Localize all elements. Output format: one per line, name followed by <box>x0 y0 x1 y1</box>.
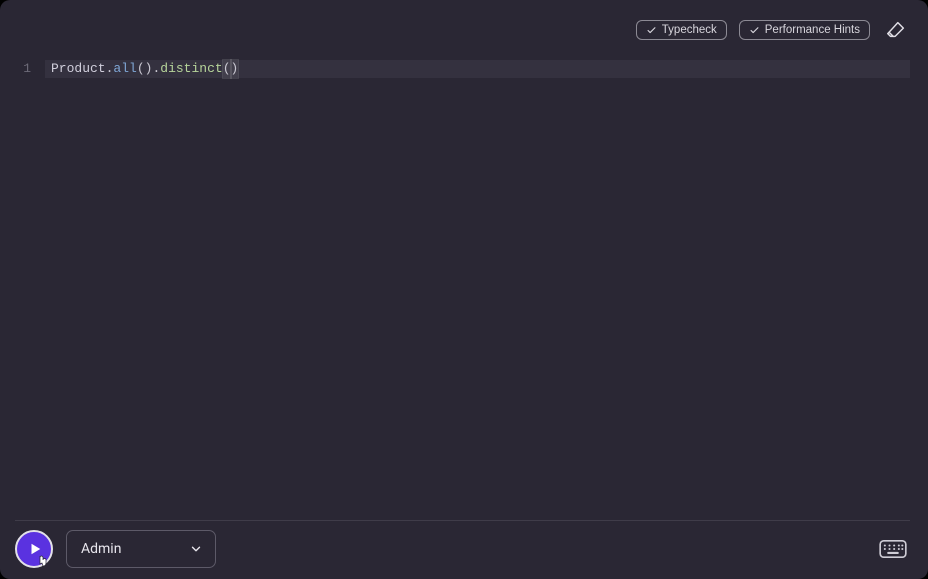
token-paren-close: ) <box>231 60 239 78</box>
token-dot: . <box>106 60 114 78</box>
code-line: 1 Product.all().distinct() <box>15 60 910 78</box>
typecheck-label: Typecheck <box>662 24 717 36</box>
cursor-pointer-icon <box>35 554 51 572</box>
token-method: distinct <box>160 60 222 78</box>
keyboard-shortcuts-button[interactable] <box>876 536 910 562</box>
eraser-icon <box>885 19 907 41</box>
chevron-down-icon <box>189 542 203 556</box>
role-select-value: Admin <box>81 541 121 557</box>
role-select[interactable]: Admin <box>66 530 216 568</box>
check-icon <box>646 25 657 36</box>
check-icon <box>749 25 760 36</box>
keyboard-icon <box>879 539 907 559</box>
performance-hints-label: Performance Hints <box>765 24 860 36</box>
clear-editor-button[interactable] <box>882 16 910 44</box>
token-paren-open: ( <box>137 60 145 78</box>
line-number: 1 <box>15 60 45 78</box>
bottom-bar: Admin <box>15 529 910 569</box>
token-class: Product <box>51 60 106 78</box>
code-editor[interactable]: 1 Product.all().distinct() <box>15 60 910 521</box>
code-text[interactable]: Product.all().distinct() <box>45 60 910 78</box>
performance-hints-button[interactable]: Performance Hints <box>739 20 870 40</box>
run-button[interactable] <box>15 530 53 568</box>
token-method: all <box>113 60 136 78</box>
app-window: Typecheck Performance Hints 1 Product.al… <box>0 0 928 579</box>
typecheck-button[interactable]: Typecheck <box>636 20 727 40</box>
play-icon <box>28 542 42 556</box>
token-paren-close: ) <box>145 60 153 78</box>
token-paren-open: ( <box>223 60 231 78</box>
token-dot: . <box>152 60 160 78</box>
editor-toolbar: Typecheck Performance Hints <box>0 0 928 60</box>
